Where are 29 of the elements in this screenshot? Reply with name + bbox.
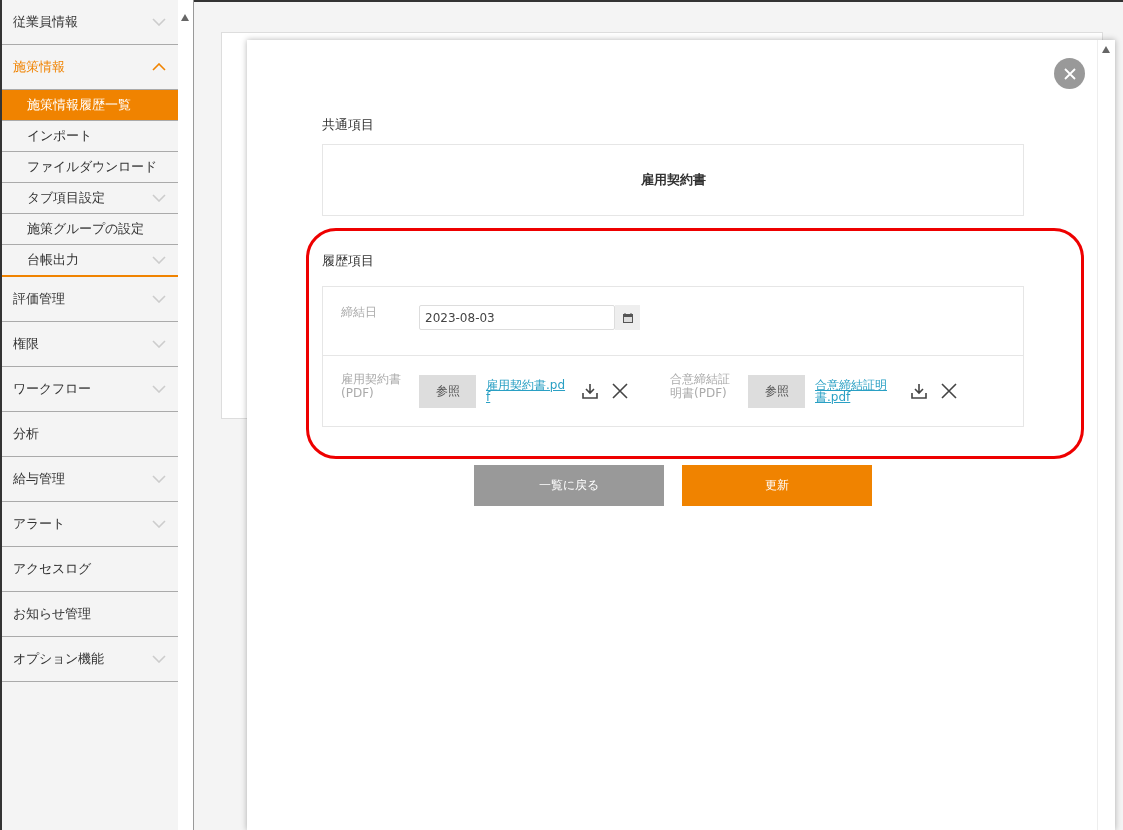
chevron-down-icon	[152, 295, 166, 303]
section-title: 共通項目	[322, 116, 375, 134]
chevron-down-icon	[152, 340, 166, 348]
browse-button[interactable]: 参照	[419, 374, 476, 408]
close-icon[interactable]	[612, 383, 628, 399]
chevron-down-icon	[152, 655, 166, 663]
chevron-down-icon	[152, 520, 166, 528]
field-label: 雇用契約書(PDF)	[341, 371, 402, 401]
chevron-down-icon	[152, 385, 166, 393]
close-icon	[1063, 67, 1076, 80]
chevron-down-icon	[152, 194, 166, 202]
chevron-down-icon	[152, 18, 166, 26]
card-title: 雇用契約書	[640, 171, 706, 189]
browse-button[interactable]: 参照	[748, 374, 805, 408]
calendar-button[interactable]	[615, 305, 640, 330]
calendar-icon	[621, 311, 634, 324]
chevron-down-icon	[152, 475, 166, 483]
scrollbar[interactable]	[178, 0, 194, 830]
close-icon[interactable]	[941, 383, 957, 399]
field-label: 合意締結証明書(PDF)	[670, 371, 731, 401]
section-title: 履歴項目	[322, 252, 375, 270]
scroll-up-icon[interactable]	[1102, 46, 1110, 53]
close-button[interactable]	[1054, 58, 1085, 89]
date-field[interactable]: 2023-08-03	[419, 305, 615, 330]
download-icon[interactable]	[911, 383, 927, 399]
chevron-up-icon	[152, 63, 166, 71]
download-icon[interactable]	[582, 383, 598, 399]
chevron-down-icon	[152, 256, 166, 264]
field-label: 締結日	[341, 305, 378, 320]
